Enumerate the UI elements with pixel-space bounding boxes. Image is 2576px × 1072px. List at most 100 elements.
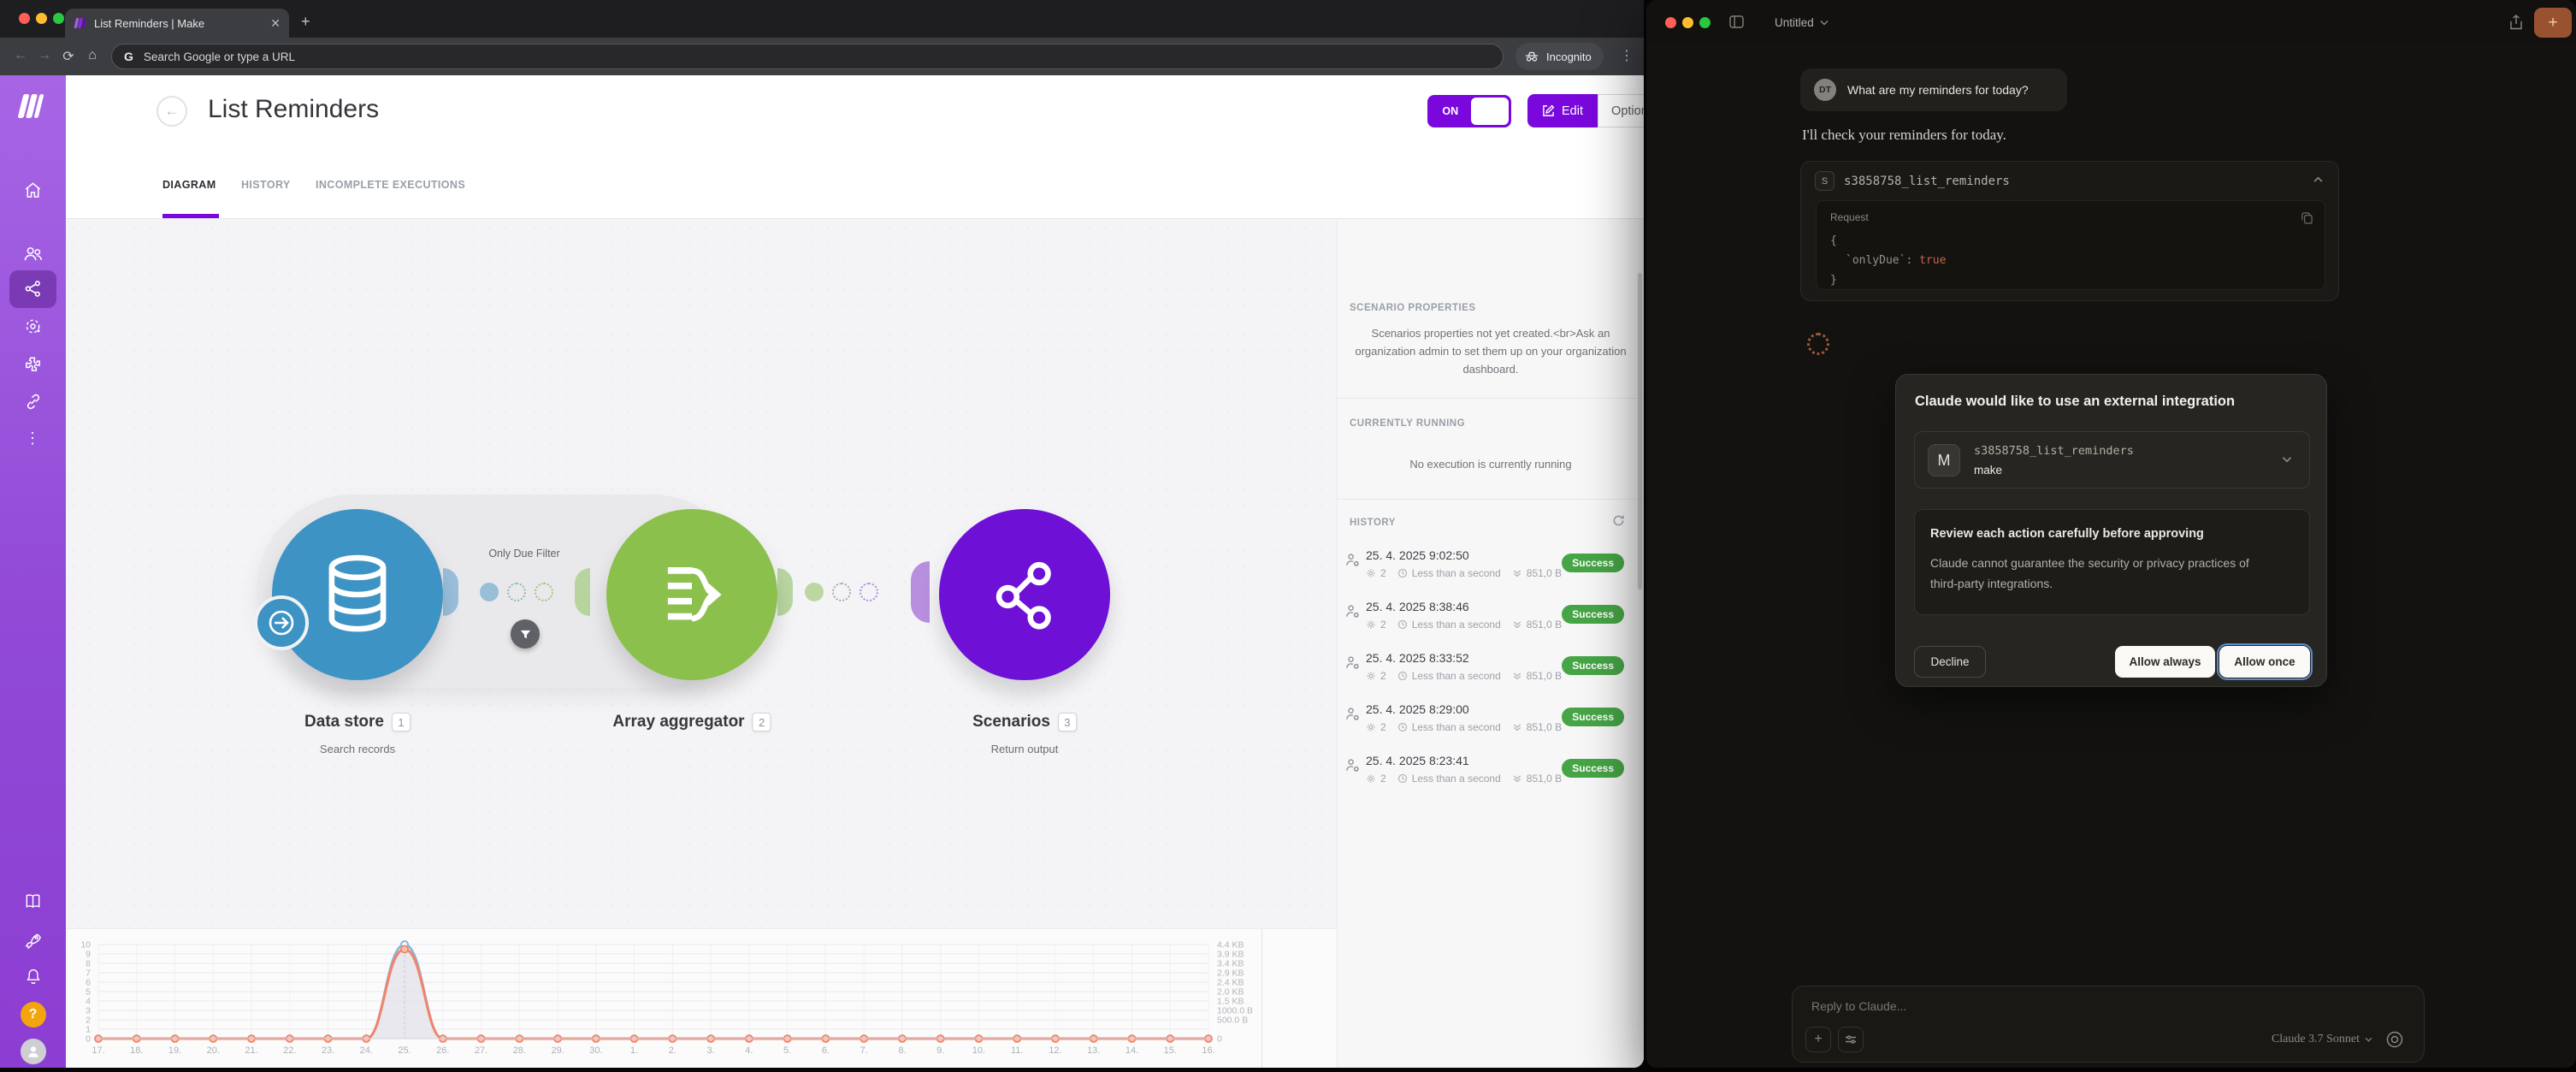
- filter-label: Only Due Filter: [488, 548, 559, 560]
- rocket-icon: [23, 931, 43, 951]
- browser-window: List Reminders | Make ✕ + ← → ⟳ ⌂ G Sear…: [0, 0, 1644, 1068]
- home-icon[interactable]: ⌂: [80, 48, 104, 65]
- svg-text:3: 3: [86, 1006, 91, 1016]
- url-bar[interactable]: G Search Google or type a URL: [111, 44, 1504, 69]
- edit-button[interactable]: Edit: [1527, 94, 1598, 127]
- svg-text:22.: 22.: [283, 1045, 296, 1056]
- zoom-window-button[interactable]: [53, 13, 64, 24]
- tool-call-block[interactable]: S s3858758_list_reminders Request { `onl…: [1800, 161, 2339, 301]
- conversation-title-label: Untitled: [1775, 16, 1814, 29]
- sidebar-item-more[interactable]: ⋮: [0, 429, 66, 447]
- usage-chart: 0123456789104.4 KB3.9 KB3.4 KB2.9 KB2.4 …: [68, 932, 1291, 1067]
- svg-text:16.: 16.: [1202, 1045, 1214, 1056]
- history-row[interactable]: 25. 4. 2025 8:38:46 2 Less than a second…: [1338, 596, 1644, 648]
- scenario-on-toggle[interactable]: ON: [1427, 95, 1511, 127]
- sidebar-item-docs[interactable]: [0, 892, 66, 910]
- history-row[interactable]: 25. 4. 2025 8:33:52 2 Less than a second…: [1338, 648, 1644, 699]
- filter-icon[interactable]: [511, 619, 540, 649]
- history-meta: 2 Less than a second 851,0 B: [1366, 721, 1562, 733]
- close-window-button[interactable]: [19, 13, 30, 24]
- run-by-user-icon: [1344, 552, 1361, 568]
- svg-text:23.: 23.: [322, 1045, 334, 1056]
- history-date: 25. 4. 2025 8:33:52: [1366, 651, 1469, 665]
- sidebar-item-profile[interactable]: [0, 1039, 66, 1064]
- refresh-icon[interactable]: [1612, 514, 1625, 527]
- sidebar-item-notifications[interactable]: [0, 967, 66, 986]
- close-window-button[interactable]: [1665, 17, 1676, 28]
- integration-card[interactable]: M s3858758_list_reminders make: [1914, 431, 2310, 489]
- sidebar-item-scenarios[interactable]: [0, 279, 66, 299]
- sidebar-item-ai-agents[interactable]: [0, 317, 66, 336]
- history-duration: Less than a second: [1412, 721, 1501, 733]
- sidebar-item-home[interactable]: [0, 181, 66, 200]
- reload-icon[interactable]: ⟳: [56, 48, 80, 65]
- svg-text:12.: 12.: [1049, 1045, 1061, 1056]
- composer-placeholder: Reply to Claude...: [1811, 999, 1906, 1013]
- conversation-title[interactable]: Untitled: [1775, 16, 1829, 29]
- run-once-badge[interactable]: [254, 595, 309, 650]
- svg-text:25.: 25.: [398, 1045, 411, 1056]
- allow-once-button[interactable]: Allow once: [2219, 646, 2310, 678]
- module-data-store[interactable]: [272, 509, 443, 680]
- request-box: Request { `onlyDue`: true }: [1816, 200, 2325, 290]
- tab-close-icon[interactable]: ✕: [270, 16, 281, 31]
- duration-clock-icon: [1397, 773, 1408, 784]
- zoom-window-button[interactable]: [1699, 17, 1710, 28]
- svg-text:17.: 17.: [92, 1045, 104, 1056]
- module-name: Data store: [304, 713, 384, 731]
- new-chat-button[interactable]: +: [2534, 8, 2572, 38]
- tab-incomplete-executions[interactable]: INCOMPLETE EXECUTIONS: [316, 179, 465, 191]
- dictation-button[interactable]: [2381, 1026, 2408, 1053]
- module-number-badge: 3: [1058, 713, 1077, 731]
- chevron-up-icon[interactable]: [2313, 176, 2323, 183]
- status-badge: Success: [1562, 656, 1624, 675]
- minimize-window-button[interactable]: [36, 13, 47, 24]
- decline-button[interactable]: Decline: [1914, 646, 1986, 678]
- operations-gear-icon: [1366, 773, 1376, 784]
- composer[interactable]: Reply to Claude... + Claude 3.7 Sonnet: [1792, 986, 2425, 1063]
- new-tab-button[interactable]: +: [301, 14, 310, 29]
- code-colon: :: [1905, 254, 1919, 267]
- sidebar-item-connections[interactable]: [0, 392, 66, 412]
- back-icon[interactable]: ←: [9, 48, 32, 65]
- puzzle-icon: [23, 354, 43, 374]
- currently-running-title: CURRENTLY RUNNING: [1350, 418, 1465, 429]
- panel-toggle-icon[interactable]: [1729, 15, 1744, 28]
- back-button[interactable]: ←: [157, 96, 187, 127]
- loading-spinner-icon: [1807, 333, 1829, 355]
- overflow-menu-icon[interactable]: ⋮: [1620, 47, 1634, 64]
- tab-diagram[interactable]: DIAGRAM: [162, 179, 216, 191]
- module-array-aggregator[interactable]: [606, 509, 777, 680]
- browser-tab[interactable]: List Reminders | Make ✕: [65, 9, 289, 38]
- data-size-icon: [1512, 568, 1522, 578]
- attach-plus-button[interactable]: +: [1805, 1027, 1831, 1052]
- data-size-icon: [1512, 619, 1522, 630]
- integration-avatar: M: [1928, 444, 1960, 477]
- sidebar-item-whats-new[interactable]: [0, 931, 66, 951]
- model-selector[interactable]: Claude 3.7 Sonnet: [2272, 1033, 2372, 1046]
- help-icon: ?: [21, 1002, 46, 1028]
- options-button[interactable]: Options ▼: [1598, 94, 1644, 127]
- tab-history[interactable]: HISTORY: [241, 179, 291, 191]
- share-icon[interactable]: [2509, 15, 2523, 30]
- panel-divider: [1338, 398, 1644, 399]
- sidebar-item-apps[interactable]: [0, 354, 66, 374]
- panel-scrollbar[interactable]: [1638, 273, 1642, 589]
- history-row[interactable]: 25. 4. 2025 8:29:00 2 Less than a second…: [1338, 699, 1644, 750]
- allow-always-button[interactable]: Allow always: [2115, 646, 2215, 678]
- sidebar-item-help[interactable]: ?: [0, 1002, 66, 1028]
- forward-icon[interactable]: →: [32, 48, 56, 65]
- svg-text:14.: 14.: [1126, 1045, 1138, 1056]
- history-row[interactable]: 25. 4. 2025 8:23:41 2 Less than a second…: [1338, 750, 1644, 802]
- minimize-window-button[interactable]: [1682, 17, 1693, 28]
- make-favicon-icon: [74, 16, 87, 30]
- chevron-down-icon: [2365, 1037, 2372, 1042]
- code-value: true: [1919, 254, 1946, 267]
- operations-gear-icon: [1366, 671, 1376, 681]
- module-scenarios[interactable]: [939, 509, 1110, 680]
- sidebar-item-team[interactable]: [0, 244, 66, 264]
- svg-text:18.: 18.: [130, 1045, 143, 1056]
- tools-sliders-button[interactable]: [1838, 1027, 1864, 1052]
- history-row[interactable]: 25. 4. 2025 9:02:50 2 Less than a second…: [1338, 545, 1644, 596]
- copy-icon[interactable]: [2301, 212, 2313, 224]
